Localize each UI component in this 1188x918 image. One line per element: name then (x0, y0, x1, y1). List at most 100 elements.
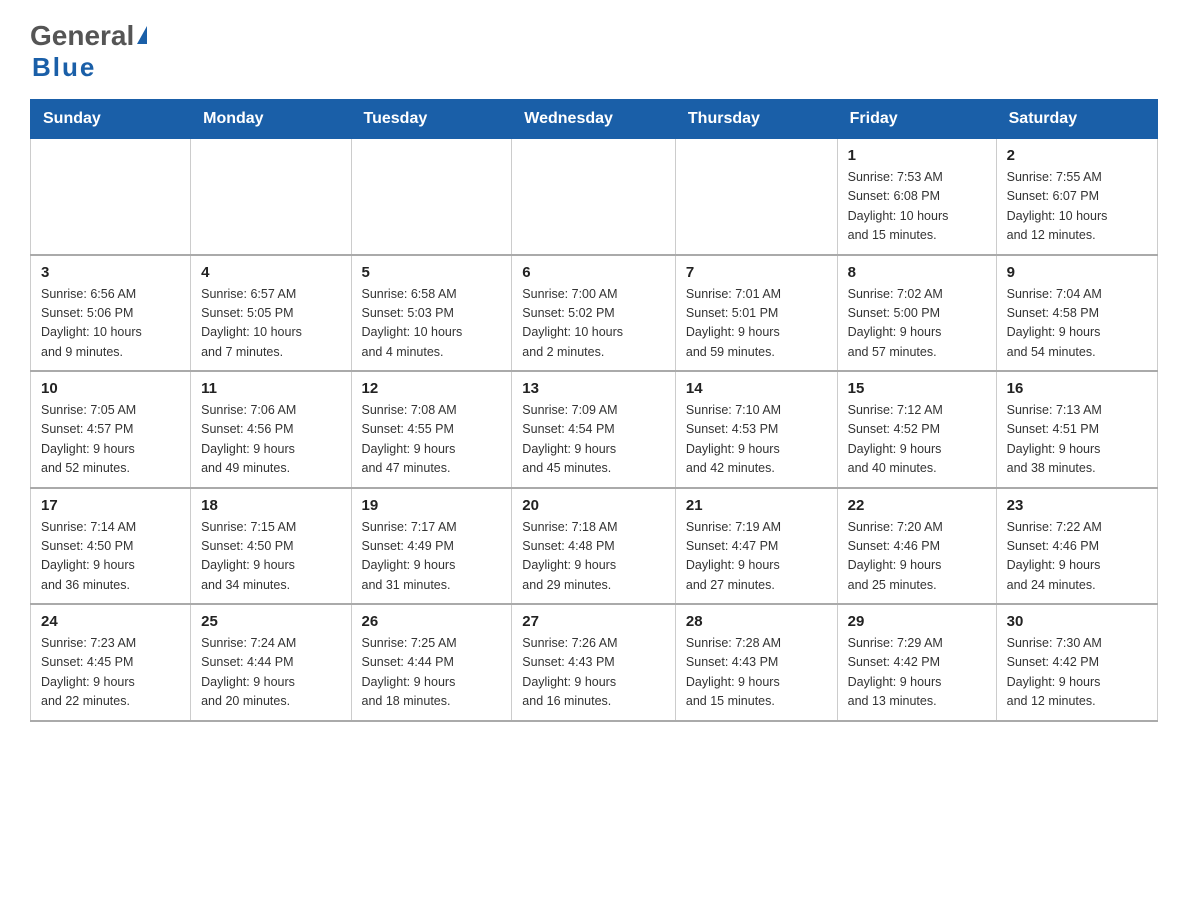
calendar-cell (191, 139, 351, 255)
day-number: 30 (1007, 613, 1147, 630)
day-info: Sunrise: 6:56 AM Sunset: 5:06 PM Dayligh… (41, 285, 180, 363)
calendar-cell: 6 Sunrise: 7:00 AM Sunset: 5:02 PM Daylig… (512, 255, 676, 372)
day-info: Sunrise: 7:14 AM Sunset: 4:50 PM Dayligh… (41, 518, 180, 596)
page-header: General Blue (30, 20, 1158, 83)
day-info: Sunrise: 7:53 AM Sunset: 6:08 PM Dayligh… (848, 168, 986, 246)
day-info: Sunrise: 7:08 AM Sunset: 4:55 PM Dayligh… (362, 401, 502, 479)
day-number: 15 (848, 380, 986, 397)
day-number: 12 (362, 380, 502, 397)
calendar-cell: 30 Sunrise: 7:30 AM Sunset: 4:42 PM Dayli… (996, 604, 1157, 721)
day-info: Sunrise: 7:15 AM Sunset: 4:50 PM Dayligh… (201, 518, 340, 596)
weekday-header-saturday: Saturday (996, 100, 1157, 139)
calendar-cell (351, 139, 512, 255)
day-info: Sunrise: 7:19 AM Sunset: 4:47 PM Dayligh… (686, 518, 827, 596)
day-info: Sunrise: 7:26 AM Sunset: 4:43 PM Dayligh… (522, 634, 665, 712)
logo-blue-text: Blue (32, 52, 96, 83)
calendar-cell: 1 Sunrise: 7:53 AM Sunset: 6:08 PM Daylig… (837, 139, 996, 255)
day-number: 24 (41, 613, 180, 630)
day-info: Sunrise: 7:06 AM Sunset: 4:56 PM Dayligh… (201, 401, 340, 479)
day-number: 7 (686, 264, 827, 281)
day-number: 22 (848, 497, 986, 514)
day-info: Sunrise: 7:05 AM Sunset: 4:57 PM Dayligh… (41, 401, 180, 479)
day-number: 11 (201, 380, 340, 397)
day-number: 16 (1007, 380, 1147, 397)
day-number: 10 (41, 380, 180, 397)
weekday-header-sunday: Sunday (31, 100, 191, 139)
day-info: Sunrise: 7:17 AM Sunset: 4:49 PM Dayligh… (362, 518, 502, 596)
day-info: Sunrise: 7:23 AM Sunset: 4:45 PM Dayligh… (41, 634, 180, 712)
day-info: Sunrise: 7:04 AM Sunset: 4:58 PM Dayligh… (1007, 285, 1147, 363)
day-info: Sunrise: 6:58 AM Sunset: 5:03 PM Dayligh… (362, 285, 502, 363)
calendar-cell: 3 Sunrise: 6:56 AM Sunset: 5:06 PM Daylig… (31, 255, 191, 372)
calendar-cell: 11 Sunrise: 7:06 AM Sunset: 4:56 PM Dayli… (191, 371, 351, 488)
weekday-header-tuesday: Tuesday (351, 100, 512, 139)
calendar-week-4: 17 Sunrise: 7:14 AM Sunset: 4:50 PM Dayli… (31, 488, 1158, 605)
calendar-week-3: 10 Sunrise: 7:05 AM Sunset: 4:57 PM Dayli… (31, 371, 1158, 488)
calendar-cell: 12 Sunrise: 7:08 AM Sunset: 4:55 PM Dayli… (351, 371, 512, 488)
calendar-week-1: 1 Sunrise: 7:53 AM Sunset: 6:08 PM Daylig… (31, 139, 1158, 255)
day-number: 23 (1007, 497, 1147, 514)
day-number: 1 (848, 147, 986, 164)
calendar-cell: 28Sunrise: 7:28 AM Sunset: 4:43 PM Dayli… (675, 604, 837, 721)
day-info: Sunrise: 7:00 AM Sunset: 5:02 PM Dayligh… (522, 285, 665, 363)
day-number: 3 (41, 264, 180, 281)
calendar-cell (31, 139, 191, 255)
day-number: 21 (686, 497, 827, 514)
calendar-cell: 15 Sunrise: 7:12 AM Sunset: 4:52 PM Dayli… (837, 371, 996, 488)
day-info: Sunrise: 6:57 AM Sunset: 5:05 PM Dayligh… (201, 285, 340, 363)
day-info: Sunrise: 7:18 AM Sunset: 4:48 PM Dayligh… (522, 518, 665, 596)
calendar-cell: 20 Sunrise: 7:18 AM Sunset: 4:48 PM Dayli… (512, 488, 676, 605)
calendar-cell: 19 Sunrise: 7:17 AM Sunset: 4:49 PM Dayli… (351, 488, 512, 605)
logo-triangle-icon (137, 26, 147, 44)
day-info: Sunrise: 7:12 AM Sunset: 4:52 PM Dayligh… (848, 401, 986, 479)
day-number: 19 (362, 497, 502, 514)
day-number: 14 (686, 380, 827, 397)
day-number: 6 (522, 264, 665, 281)
calendar-cell: 21 Sunrise: 7:19 AM Sunset: 4:47 PM Dayli… (675, 488, 837, 605)
day-info: Sunrise: 7:25 AM Sunset: 4:44 PM Dayligh… (362, 634, 502, 712)
logo-general-text: General (30, 20, 134, 52)
day-number: 20 (522, 497, 665, 514)
calendar-cell: 27 Sunrise: 7:26 AM Sunset: 4:43 PM Dayli… (512, 604, 676, 721)
day-info: Sunrise: 7:55 AM Sunset: 6:07 PM Dayligh… (1007, 168, 1147, 246)
calendar-cell: 14 Sunrise: 7:10 AM Sunset: 4:53 PM Dayli… (675, 371, 837, 488)
calendar-cell: 9 Sunrise: 7:04 AM Sunset: 4:58 PM Daylig… (996, 255, 1157, 372)
calendar-cell: 25Sunrise: 7:24 AM Sunset: 4:44 PM Dayli… (191, 604, 351, 721)
calendar-cell: 17 Sunrise: 7:14 AM Sunset: 4:50 PM Dayli… (31, 488, 191, 605)
day-info: Sunrise: 7:02 AM Sunset: 5:00 PM Dayligh… (848, 285, 986, 363)
day-number: 17 (41, 497, 180, 514)
calendar-cell (675, 139, 837, 255)
calendar-cell: 13Sunrise: 7:09 AM Sunset: 4:54 PM Dayli… (512, 371, 676, 488)
day-info: Sunrise: 7:30 AM Sunset: 4:42 PM Dayligh… (1007, 634, 1147, 712)
weekday-header-monday: Monday (191, 100, 351, 139)
calendar-cell: 29 Sunrise: 7:29 AM Sunset: 4:42 PM Dayli… (837, 604, 996, 721)
day-number: 8 (848, 264, 986, 281)
day-number: 27 (522, 613, 665, 630)
day-info: Sunrise: 7:22 AM Sunset: 4:46 PM Dayligh… (1007, 518, 1147, 596)
day-number: 9 (1007, 264, 1147, 281)
day-number: 18 (201, 497, 340, 514)
day-number: 29 (848, 613, 986, 630)
calendar-cell (512, 139, 676, 255)
day-info: Sunrise: 7:29 AM Sunset: 4:42 PM Dayligh… (848, 634, 986, 712)
weekday-header-thursday: Thursday (675, 100, 837, 139)
day-info: Sunrise: 7:13 AM Sunset: 4:51 PM Dayligh… (1007, 401, 1147, 479)
calendar-week-5: 24 Sunrise: 7:23 AM Sunset: 4:45 PM Dayli… (31, 604, 1158, 721)
day-info: Sunrise: 7:01 AM Sunset: 5:01 PM Dayligh… (686, 285, 827, 363)
calendar-cell: 10 Sunrise: 7:05 AM Sunset: 4:57 PM Dayli… (31, 371, 191, 488)
calendar-cell: 5Sunrise: 6:58 AM Sunset: 5:03 PM Daylig… (351, 255, 512, 372)
calendar-table: SundayMondayTuesdayWednesdayThursdayFrid… (30, 99, 1158, 722)
calendar-cell: 7 Sunrise: 7:01 AM Sunset: 5:01 PM Daylig… (675, 255, 837, 372)
calendar-cell: 2 Sunrise: 7:55 AM Sunset: 6:07 PM Daylig… (996, 139, 1157, 255)
day-number: 13 (522, 380, 665, 397)
day-number: 2 (1007, 147, 1147, 164)
day-info: Sunrise: 7:20 AM Sunset: 4:46 PM Dayligh… (848, 518, 986, 596)
day-number: 25 (201, 613, 340, 630)
calendar-cell: 16 Sunrise: 7:13 AM Sunset: 4:51 PM Dayli… (996, 371, 1157, 488)
day-info: Sunrise: 7:10 AM Sunset: 4:53 PM Dayligh… (686, 401, 827, 479)
weekday-header-friday: Friday (837, 100, 996, 139)
calendar-week-2: 3 Sunrise: 6:56 AM Sunset: 5:06 PM Daylig… (31, 255, 1158, 372)
day-number: 26 (362, 613, 502, 630)
calendar-cell: 22 Sunrise: 7:20 AM Sunset: 4:46 PM Dayli… (837, 488, 996, 605)
calendar-cell: 8 Sunrise: 7:02 AM Sunset: 5:00 PM Daylig… (837, 255, 996, 372)
